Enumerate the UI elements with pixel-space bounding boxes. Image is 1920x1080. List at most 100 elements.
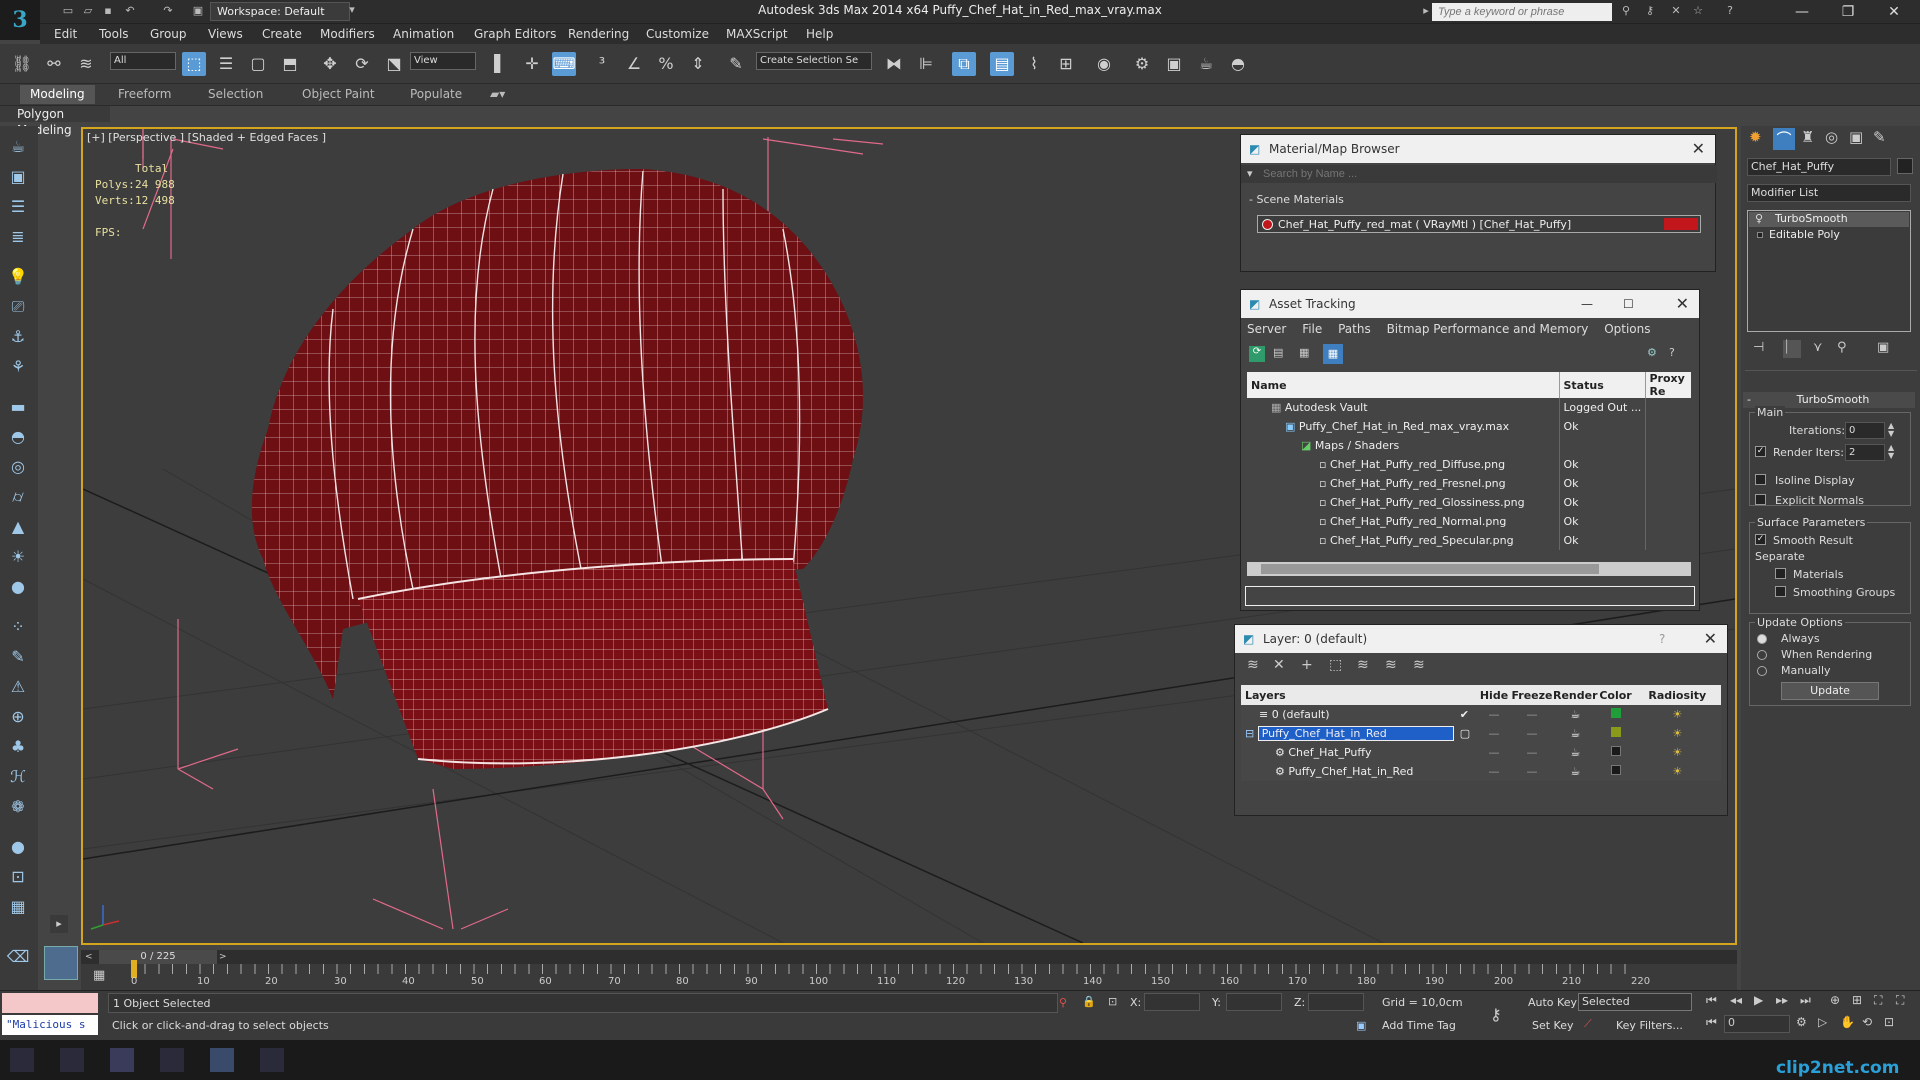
menu-file[interactable]: File [1302,322,1322,336]
menu-group[interactable]: Group [150,27,187,41]
radiosity-icon[interactable]: ☀ [1634,762,1721,781]
help-icon[interactable]: ? [1659,625,1665,653]
pan-icon[interactable]: ✋ [1840,1015,1855,1029]
expand-panel-icon[interactable]: ▸ [50,915,68,933]
refresh-icon[interactable]: ⟳ [1249,346,1265,362]
render-production-icon[interactable]: ☕ [1194,52,1218,76]
mini-curve-editor-icon[interactable] [44,946,78,980]
schematic-view-icon[interactable]: ⊞ [1054,52,1078,76]
auto-key-button[interactable]: Auto Key [1528,996,1577,1009]
track-bar[interactable]: ▦ 0 10 20 30 40 50 60 70 80 90 100 110 1… [81,960,1737,990]
torus-icon[interactable]: ◎ [6,456,30,478]
scatter-icon[interactable]: ⚠ [6,676,30,698]
remove-modifier-icon[interactable]: ⚲ [1837,340,1847,355]
menu-edit[interactable]: Edit [54,27,77,41]
material-list-item[interactable]: Chef_Hat_Puffy_red_mat ( VRayMtl ) [Chef… [1257,215,1701,233]
layer-manager-title[interactable]: ◩ Layer: 0 (default) ? ✕ [1235,625,1727,653]
object-color-swatch[interactable] [1897,158,1913,174]
radiosity-icon[interactable]: ☀ [1634,743,1721,762]
ribbon-polygon-modeling[interactable]: Polygon Modeling [0,106,110,137]
hide-all-icon[interactable]: ≋ [1385,657,1397,673]
menu-maxscript[interactable]: MAXScript [726,27,788,41]
table-row[interactable]: ▫ Chef_Hat_Puffy_red_Glossiness.png Ok [1247,493,1691,512]
minimize-icon[interactable]: — [1581,290,1593,318]
make-unique-icon[interactable]: ⋎ [1813,340,1823,355]
render-iters-checkbox[interactable]: ✓ [1755,446,1766,457]
viewport-icon[interactable]: ▦ [6,896,30,918]
taskbar-app-icon[interactable] [10,1048,34,1072]
time-slider-thumb[interactable]: 0 / 225 [99,950,217,964]
iterations-spinner[interactable]: 0 [1845,422,1885,439]
layers-icon[interactable]: ≣ [6,226,30,248]
render-teapot-icon[interactable]: ☕ [1553,762,1598,781]
key-icon[interactable]: ⚷ [1490,1005,1502,1024]
redo-icon[interactable]: ↷ [160,4,176,18]
percent-snap-icon[interactable]: % [654,52,678,76]
satellite-icon[interactable]: ✕ [1668,4,1684,18]
scrollbar-thumb[interactable] [1261,564,1599,574]
unlink-icon[interactable]: ⚯ [42,52,66,76]
plant-icon[interactable]: ♣ [6,736,30,758]
menu-options[interactable]: Options [1604,322,1650,336]
time-slider[interactable]: < 0 / 225 > [81,950,1737,964]
next-frame-icon[interactable]: > [219,950,233,964]
plane-icon[interactable]: ▬ [6,396,30,418]
isoline-display-checkbox[interactable] [1755,474,1766,485]
space-warp-icon[interactable]: ⚘ [6,356,30,378]
bind-space-warp-icon[interactable]: ≋ [74,52,98,76]
tab-object-paint[interactable]: Object Paint [302,87,375,101]
select-object-icon[interactable]: ⬚ [182,52,206,76]
collapse-icon[interactable]: - [1747,392,1751,408]
rectangle-selection-icon[interactable]: ▢ [246,52,270,76]
current-frame-field[interactable]: 0 [1724,1015,1790,1033]
field-of-view-icon[interactable]: ▷ [1818,1015,1827,1029]
globe-icon[interactable]: ⊕ [6,706,30,728]
freeze-toggle[interactable]: — [1511,743,1553,762]
close-icon[interactable]: ✕ [1692,135,1705,163]
maximize-icon[interactable]: ☐ [1623,290,1634,318]
hide-toggle[interactable]: — [1477,724,1511,743]
material-editor-icon[interactable]: ◉ [1092,52,1116,76]
key-search-icon[interactable]: ⚷ [1642,4,1658,18]
render-teapot-icon[interactable]: ☕ [1553,743,1598,762]
named-selection-dropdown[interactable]: Create Selection Se [756,52,872,70]
layer-row[interactable]: ⚙ Puffy_Chef_Hat_in_Red — — ☕ ☀ [1241,762,1721,781]
chevron-down-icon[interactable]: ▾ [1247,167,1253,180]
previous-frame-icon[interactable]: < [85,950,99,964]
help-icon[interactable]: ? [1669,346,1675,359]
tab-selection[interactable]: Selection [208,87,263,101]
render-teapot-icon[interactable]: ☕ [1553,705,1598,724]
spinner-arrows-icon[interactable]: ▲ ▼ [1888,444,1894,460]
column-render[interactable]: Render [1553,685,1598,705]
play-icon[interactable]: ▶ [1754,993,1763,1007]
chevron-down-icon[interactable]: ▾ [344,3,360,17]
cylinder-icon[interactable]: ⌭ [6,486,30,508]
update-button[interactable]: Update [1781,682,1879,700]
column-freeze[interactable]: Freeze [1511,685,1553,705]
viewport-label[interactable]: [+] [Perspective ] [Shaded + Edged Faces… [87,131,326,144]
light-icon[interactable]: 💡 [6,266,30,288]
menu-server[interactable]: Server [1247,322,1286,336]
create-tab-icon[interactable]: ✹ [1749,128,1762,146]
taskbar-app-icon[interactable] [60,1048,84,1072]
configure-modifier-sets-icon[interactable]: ▣ [1877,340,1889,355]
column-name[interactable]: Name [1247,372,1560,398]
hide-toggle[interactable]: — [1477,743,1511,762]
separate-materials-checkbox[interactable] [1775,568,1786,579]
open-file-icon[interactable]: ▱ [80,4,96,18]
taskbar-app-icon[interactable] [210,1048,234,1072]
layer-row[interactable]: ⊟ Puffy_Chef_Hat_in_Red ▢ — — ☕ ☀ [1241,724,1721,743]
horizontal-scrollbar[interactable] [1247,562,1691,576]
isolate-selection-icon[interactable]: ⚲ [1059,996,1067,1009]
render-setup-icon[interactable]: ⚙ [1130,52,1154,76]
z-coordinate-field[interactable] [1308,993,1364,1011]
restore-icon[interactable]: ❐ [1828,2,1868,22]
move-icon[interactable]: ✥ [318,52,342,76]
cone-icon[interactable]: ▲ [6,516,30,538]
tab-modeling[interactable]: Modeling [20,85,95,104]
menu-customize[interactable]: Customize [646,27,709,41]
update-when-rendering-radio[interactable] [1757,650,1767,660]
menu-help[interactable]: Help [806,27,833,41]
active-layer-icon[interactable]: ▢ [1460,727,1470,740]
zoom-extents-icon[interactable]: ⛶ [1874,993,1882,1008]
